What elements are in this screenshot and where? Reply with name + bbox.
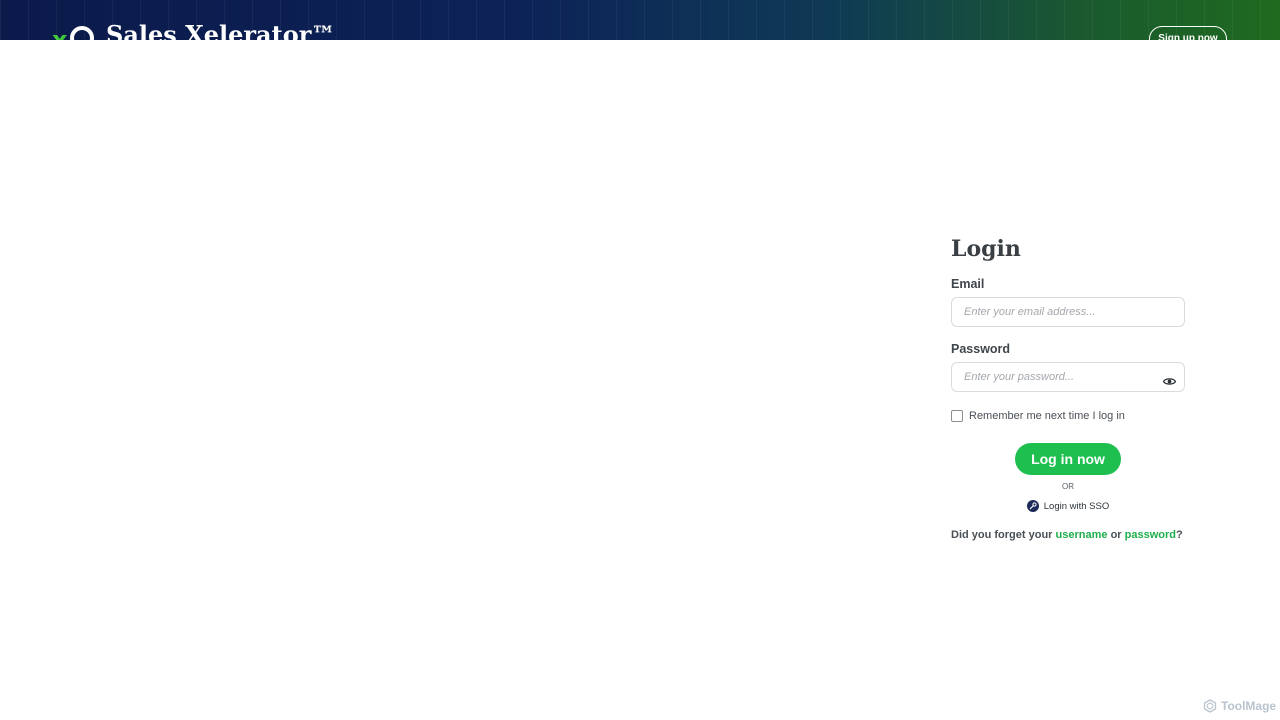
watermark-text: ToolMage [1221,699,1277,713]
logo-o-ring [70,26,94,40]
remember-me-label: Remember me next time I log in [969,410,1125,422]
forgot-or: or [1110,529,1122,541]
eye-icon[interactable] [1162,373,1177,385]
sso-login-link[interactable]: Login with SSO [951,498,1185,514]
email-label: Email [951,277,985,291]
app-title: Sales Xelerator™ [106,20,336,41]
top-header: x Sales Xelerator™ Sign up now [0,0,1280,40]
login-title: Login [951,236,1021,262]
login-form: Login Email Password Remember me next ti… [951,232,1185,541]
key-icon [1026,500,1039,512]
email-field-wrapper [951,297,1185,327]
forgot-username-link[interactable]: username [1056,529,1108,541]
toolmage-logo-icon [1203,699,1217,713]
password-label: Password [951,342,1011,356]
xio-logo-icon[interactable]: x [52,22,96,40]
forgot-credentials-text: Did you forget your username or password… [951,529,1185,541]
logo-x-letter: x [52,26,68,40]
log-in-button[interactable]: Log in now [1015,443,1121,475]
forgot-suffix: ? [1175,529,1183,541]
email-field[interactable] [951,297,1185,327]
password-field-wrapper [951,362,1185,392]
sso-label: Login with SSO [1043,500,1110,512]
password-field[interactable] [951,362,1185,392]
toolmage-watermark: ToolMage [1203,699,1276,713]
remember-me-row: Remember me next time I log in [951,408,1185,424]
forgot-password-link[interactable]: password [1125,529,1176,541]
or-divider: OR [1062,482,1074,491]
forgot-prefix: Did you forget your [951,529,1053,541]
sign-up-button[interactable]: Sign up now [1149,26,1227,40]
remember-me-checkbox[interactable] [951,410,963,422]
